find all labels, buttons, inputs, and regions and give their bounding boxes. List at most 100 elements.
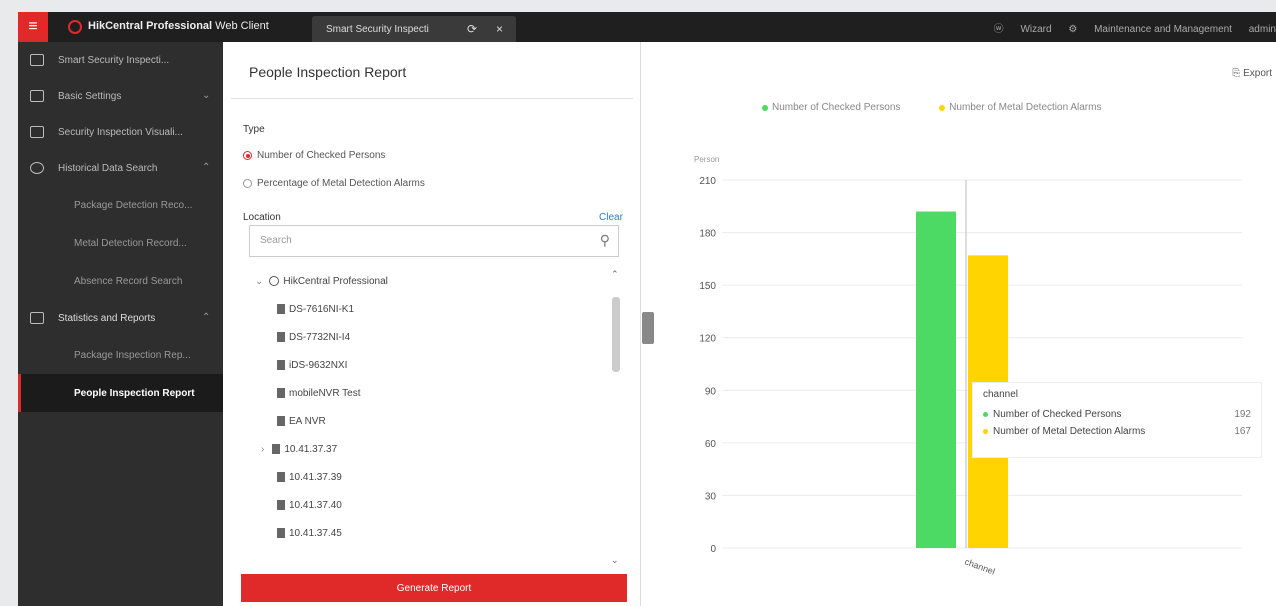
y-tick-label: 90 — [705, 386, 717, 397]
maintenance-link[interactable]: ⚙ Maintenance and Management — [1068, 24, 1232, 35]
chevron-down-icon[interactable]: ⌄ — [255, 276, 263, 287]
chart-area: ⎘ Export Number of Checked Persons Numbe… — [642, 42, 1276, 606]
sidebar-item-label: Statistics and Reports — [58, 312, 156, 324]
y-tick-label: 30 — [705, 491, 717, 502]
tree-item-label: 10.41.37.45 — [289, 527, 342, 539]
tree-item-label: DS-7616NI-K1 — [289, 303, 355, 315]
chevron-up-icon[interactable]: ⌃ — [611, 269, 619, 280]
tree-item[interactable]: 10.41.37.40 — [249, 491, 609, 519]
search-placeholder: Search — [260, 235, 292, 246]
search-icon[interactable]: ⚲ — [600, 232, 610, 249]
tree-item-label: DS-7732NI-I4 — [289, 331, 351, 343]
tooltip-label: Number of Metal Detection Alarms — [993, 426, 1146, 437]
menu-button[interactable]: ≡ — [18, 12, 48, 42]
device-icon — [277, 528, 285, 538]
wizard-link[interactable]: ⓦ Wizard — [994, 24, 1052, 35]
wizard-label: Wizard — [1020, 24, 1052, 35]
tree-item-label: 10.41.37.40 — [289, 499, 342, 511]
tree-root-label: HikCentral Professional — [283, 275, 388, 287]
user-menu[interactable]: admin — [1249, 24, 1276, 35]
close-icon[interactable]: × — [496, 22, 503, 36]
sidebar-item-label: Historical Data Search — [58, 162, 158, 174]
panel-collapse-handle[interactable] — [642, 312, 654, 344]
tree-item-label: EA NVR — [289, 415, 326, 427]
generate-report-button[interactable]: Generate Report — [241, 574, 627, 602]
tree-item[interactable]: mobileNVR Test — [249, 379, 609, 407]
tooltip-swatch — [983, 429, 988, 434]
sidebar-item-smart-security[interactable]: Smart Security Inspecti... — [18, 42, 223, 78]
tree-item-label: mobileNVR Test — [289, 387, 361, 399]
device-icon — [277, 416, 285, 426]
app-suffix: Web Client — [215, 20, 269, 32]
settings-icon — [30, 90, 44, 102]
search-icon — [30, 162, 44, 174]
clear-link[interactable]: Clear — [599, 212, 623, 223]
chevron-up-icon: ⌃ — [202, 162, 211, 173]
app-window: ≡ HikCentral Professional Web Client Sma… — [18, 12, 1276, 606]
sidebar-item-visualization[interactable]: Security Inspection Visuali... — [18, 114, 223, 150]
tree-item-label: 10.41.37.39 — [289, 471, 342, 483]
sidebar-sub-package-inspection[interactable]: Package Inspection Rep... — [18, 336, 223, 374]
tree-item[interactable]: 10.41.37.45 — [249, 519, 609, 547]
sidebar-sub-people-inspection[interactable]: People Inspection Report — [18, 374, 223, 412]
tooltip-value: 192 — [1234, 409, 1251, 420]
list-icon — [30, 54, 44, 66]
top-right-menu: ⓦ Wizard ⚙ Maintenance and Management ad… — [980, 20, 1276, 35]
page-title: People Inspection Report — [249, 64, 407, 80]
chevron-down-icon[interactable]: ⌄ — [611, 555, 619, 566]
radio-label: Percentage of Metal Detection Alarms — [257, 178, 425, 189]
radio-checked-persons[interactable]: Number of Checked Persons — [243, 150, 385, 161]
tooltip-swatch — [983, 412, 988, 417]
tooltip-row: Number of Checked Persons 192 — [983, 406, 1251, 423]
tree-item[interactable]: 10.41.37.39 — [249, 463, 609, 491]
tab-label: Smart Security Inspecti — [326, 24, 429, 35]
radio-metal-alarm-percentage[interactable]: Percentage of Metal Detection Alarms — [243, 178, 425, 189]
tree-scrollbar[interactable]: ⌃ ⌄ — [609, 267, 623, 567]
tree-item[interactable]: EA NVR — [249, 407, 609, 435]
y-axis-label: Person — [694, 155, 719, 164]
device-icon — [272, 444, 281, 454]
sidebar-item-historical-search[interactable]: Historical Data Search ⌃ — [18, 150, 223, 186]
y-tick-label: 120 — [699, 334, 716, 345]
report-config-panel: People Inspection Report Type Number of … — [223, 42, 641, 606]
tree-item[interactable]: › 10.41.37.37 — [249, 435, 609, 463]
device-icon — [277, 332, 285, 342]
chevron-up-icon: ⌃ — [202, 312, 211, 323]
tree-item[interactable]: iDS-9632NXI — [249, 351, 609, 379]
search-input[interactable]: Search ⚲ — [249, 225, 619, 257]
tooltip-title: channel — [983, 389, 1019, 400]
hamburger-icon: ≡ — [28, 18, 38, 35]
sidebar-item-label: Basic Settings — [58, 90, 122, 102]
tree-root[interactable]: ⌄ HikCentral Professional — [249, 267, 609, 295]
tree-item[interactable]: DS-7732NI-I4 — [249, 323, 609, 351]
x-tick-label: channel — [963, 556, 996, 576]
refresh-icon[interactable]: ⟳ — [467, 22, 477, 36]
device-icon — [277, 388, 285, 398]
sidebar-sub-package-detection[interactable]: Package Detection Reco... — [18, 186, 223, 224]
y-tick-label: 0 — [710, 544, 716, 555]
chevron-right-icon[interactable]: › — [261, 444, 264, 455]
scrollbar-thumb[interactable] — [612, 297, 620, 372]
tree-item[interactable]: DS-7616NI-K1 — [249, 295, 609, 323]
radio-unselected-icon — [243, 179, 252, 188]
tooltip-value: 167 — [1234, 426, 1251, 437]
tab-smart-security[interactable]: Smart Security Inspecti ⟳ × — [312, 16, 516, 42]
device-icon — [277, 304, 285, 314]
y-tick-label: 60 — [705, 439, 717, 450]
sidebar-item-basic-settings[interactable]: Basic Settings ⌄ — [18, 78, 223, 114]
type-label: Type — [243, 124, 265, 135]
tooltip-label: Number of Checked Persons — [993, 409, 1122, 420]
y-tick-label: 150 — [699, 281, 716, 292]
chevron-down-icon: ⌄ — [202, 90, 211, 101]
sidebar-sub-metal-detection[interactable]: Metal Detection Record... — [18, 224, 223, 262]
logo-icon — [68, 20, 82, 34]
bar-chart: Person 0 30 60 90 120 150 180 210 channel — [694, 155, 1242, 577]
radio-selected-icon — [243, 151, 252, 160]
sidebar-sub-absence-record[interactable]: Absence Record Search — [18, 262, 223, 300]
globe-icon — [269, 276, 280, 286]
sidebar-item-statistics[interactable]: Statistics and Reports ⌃ — [18, 300, 223, 336]
device-icon — [277, 500, 285, 510]
maintenance-label: Maintenance and Management — [1094, 24, 1232, 35]
tree-item-label: 10.41.37.37 — [284, 443, 338, 455]
monitor-icon — [30, 126, 44, 138]
